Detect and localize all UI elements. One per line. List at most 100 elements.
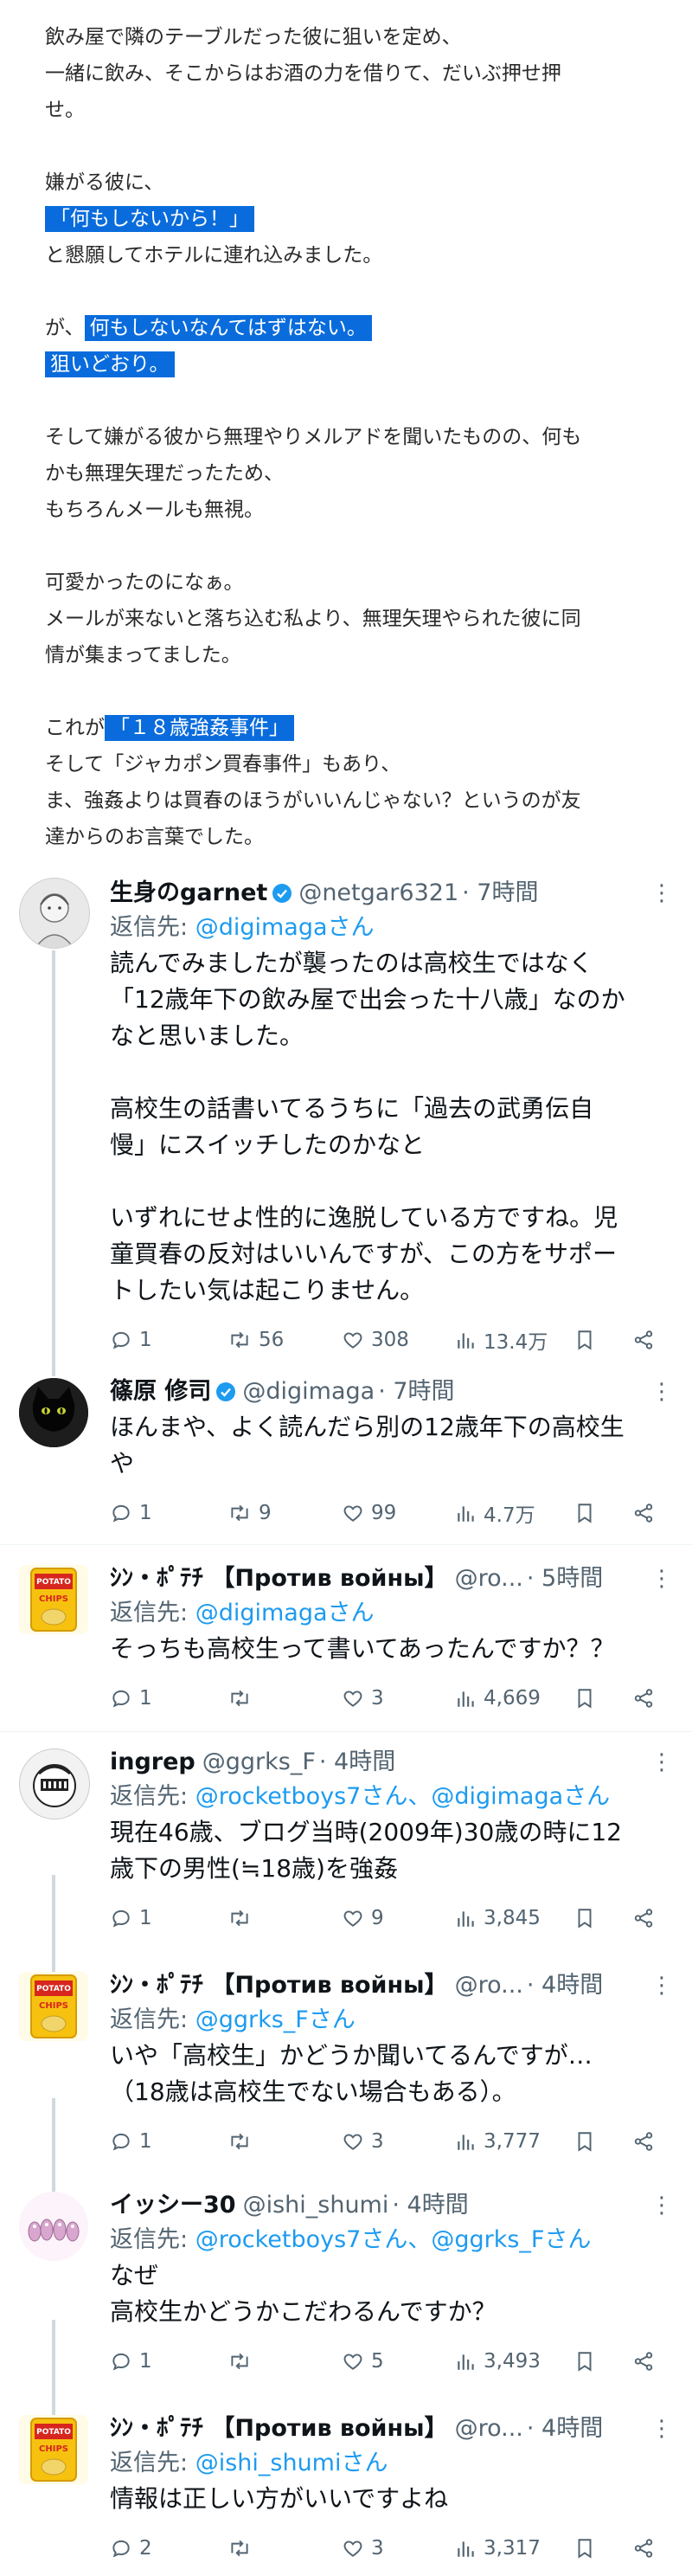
tweet-time[interactable]: · 4時間	[319, 1748, 395, 1775]
avatar[interactable]	[19, 1378, 88, 1447]
like-button[interactable]: 3	[342, 2533, 384, 2564]
user-handle[interactable]: @netgar6321	[298, 879, 458, 906]
share-button[interactable]	[632, 1497, 655, 1529]
reply-count: 1	[139, 1502, 152, 1524]
user-handle[interactable]: @ro...	[455, 1972, 523, 1999]
user-handle[interactable]: @ro...	[455, 1565, 523, 1592]
share-button[interactable]	[632, 2126, 655, 2157]
reply-button[interactable]: 1	[110, 1683, 152, 1714]
like-button[interactable]: 3	[342, 2126, 384, 2157]
action-bar: 1 5 3,493	[110, 2346, 675, 2377]
bookmark-button[interactable]	[575, 2126, 594, 2157]
bookmark-button[interactable]	[575, 2346, 594, 2377]
views-chart-icon	[458, 1911, 474, 1927]
share-icon	[634, 2539, 653, 2558]
tweet-text: 読んでみましたが襲ったのは高校生ではなく 「12歳年下の飲み屋で出会った十八歳」…	[110, 945, 675, 1309]
avatar[interactable]	[19, 1748, 90, 1819]
display-name[interactable]: ingrep	[110, 1748, 195, 1775]
more-options-icon[interactable]: ⋮	[650, 2412, 673, 2446]
reply-button[interactable]: 1	[110, 2126, 152, 2157]
views-button[interactable]: 3,317	[456, 2533, 541, 2564]
divider	[0, 1544, 692, 1545]
tweet-time[interactable]: · 4時間	[392, 2192, 468, 2219]
tweet-time[interactable]: · 5時間	[527, 1565, 603, 1592]
tweet-text: 現在46歳、ブログ当時(2009年)30歳の時に12 歳下の男性(≒18歳)を強…	[110, 1814, 675, 1887]
retweet-button[interactable]	[227, 1683, 259, 1714]
retweet-button[interactable]: 56	[227, 1324, 284, 1356]
reply-mention-link[interactable]: @rocketboys7さん、@digimagaさん	[195, 1783, 610, 1810]
more-options-icon[interactable]: ⋮	[650, 1745, 673, 1780]
views-button[interactable]: 4,669	[456, 1683, 541, 1714]
views-button[interactable]: 3,845	[456, 1903, 541, 1934]
like-button[interactable]: 308	[342, 1324, 409, 1356]
reply-button[interactable]: 1	[110, 2346, 152, 2377]
more-options-icon[interactable]: ⋮	[650, 1968, 673, 2003]
reply-button[interactable]: 1	[110, 1903, 152, 1934]
like-count: 3	[371, 1687, 384, 1710]
tweet-text-line: ほんまや、よく読んだら別の12歳年下の高校生	[110, 1413, 625, 1441]
user-handle[interactable]: @ggrks_F	[202, 1748, 316, 1775]
avatar[interactable]	[19, 2192, 88, 2261]
more-options-icon[interactable]: ⋮	[650, 1562, 673, 1596]
display-name[interactable]: イッシー30	[110, 2192, 236, 2219]
reply-button[interactable]: 1	[110, 1497, 152, 1529]
reply-mention-link[interactable]: @ggrks_Fさん	[195, 2006, 356, 2033]
retweet-button[interactable]	[227, 2533, 259, 2564]
retweet-button[interactable]	[227, 1903, 259, 1934]
bookmark-button[interactable]	[575, 1683, 594, 1714]
views-chart-icon	[458, 1691, 474, 1707]
views-button[interactable]: 4.7万	[456, 1497, 535, 1529]
tweet-text-line: トしたい気は起こりません。	[110, 1276, 425, 1304]
like-button[interactable]: 5	[342, 2346, 384, 2377]
display-name[interactable]: ｼﾝ・ﾎﾟﾃﾁ 【Против войны】	[110, 1972, 448, 1999]
retweet-button[interactable]: 9	[227, 1497, 272, 1529]
share-button[interactable]	[632, 1683, 655, 1714]
reply-mention-link[interactable]: @ishi_shumiさん	[195, 2450, 388, 2476]
share-button[interactable]	[632, 2533, 655, 2564]
reply-count: 2	[139, 2537, 152, 2560]
like-button[interactable]: 9	[342, 1903, 384, 1934]
tweet-time[interactable]: · 4時間	[527, 1972, 603, 1999]
bookmark-button[interactable]	[575, 1497, 594, 1529]
display-name[interactable]: 生身のgarnet	[110, 879, 267, 906]
article-text: これが	[45, 717, 105, 739]
display-name[interactable]: ｼﾝ・ﾎﾟﾃﾁ 【Против войны】	[110, 1565, 448, 1592]
share-button[interactable]	[632, 2346, 655, 2377]
reply-mention-link[interactable]: @digimagaさん	[195, 914, 375, 941]
display-name[interactable]: ｼﾝ・ﾎﾟﾃﾁ 【Против войны】	[110, 2415, 448, 2442]
avatar[interactable]: POTATO CHIPS	[19, 1565, 88, 1634]
like-button[interactable]: 99	[342, 1497, 396, 1529]
more-options-icon[interactable]: ⋮	[650, 2188, 673, 2223]
heart-icon	[343, 1910, 362, 1927]
display-name[interactable]: 篠原 修司	[110, 1378, 211, 1405]
tweet-time[interactable]: · 7時間	[378, 1378, 454, 1405]
share-button[interactable]	[632, 1903, 655, 1934]
user-handle[interactable]: @ro...	[455, 2415, 523, 2442]
share-button[interactable]	[632, 1324, 655, 1356]
tweet-time[interactable]: · 7時間	[462, 879, 538, 906]
like-button[interactable]: 3	[342, 1683, 384, 1714]
avatar[interactable]: POTATO CHIPS	[19, 1972, 88, 2041]
reply-mention-link[interactable]: @rocketboys7さん、@ggrks_Fさん	[195, 2226, 592, 2253]
user-handle[interactable]: @digimaga	[242, 1378, 375, 1405]
retweet-button[interactable]	[227, 2346, 259, 2377]
reply-mention-link[interactable]: @digimagaさん	[195, 1600, 375, 1626]
views-button[interactable]: 13.4万	[456, 1324, 548, 1356]
user-handle[interactable]: @ishi_shumi	[243, 2192, 389, 2219]
bookmark-button[interactable]	[575, 1324, 594, 1356]
thread-line	[52, 2320, 55, 2415]
action-bar: 1 56 308 13.4万	[110, 1324, 675, 1356]
avatar[interactable]	[19, 878, 90, 949]
reply-button[interactable]: 1	[110, 1324, 152, 1356]
article-line: メールが来ないと落ち込む私より、無理矢理やられた彼に同	[45, 608, 581, 630]
more-options-icon[interactable]: ⋮	[650, 1375, 673, 1409]
reply-button[interactable]: 2	[110, 2533, 152, 2564]
avatar[interactable]: POTATO CHIPS	[19, 2415, 88, 2484]
retweet-button[interactable]	[227, 2126, 259, 2157]
views-button[interactable]: 3,493	[456, 2346, 541, 2377]
more-options-icon[interactable]: ⋮	[650, 876, 673, 911]
bookmark-button[interactable]	[575, 2533, 594, 2564]
views-button[interactable]: 3,777	[456, 2126, 541, 2157]
tweet-time[interactable]: · 4時間	[527, 2415, 603, 2442]
bookmark-button[interactable]	[575, 1903, 594, 1934]
